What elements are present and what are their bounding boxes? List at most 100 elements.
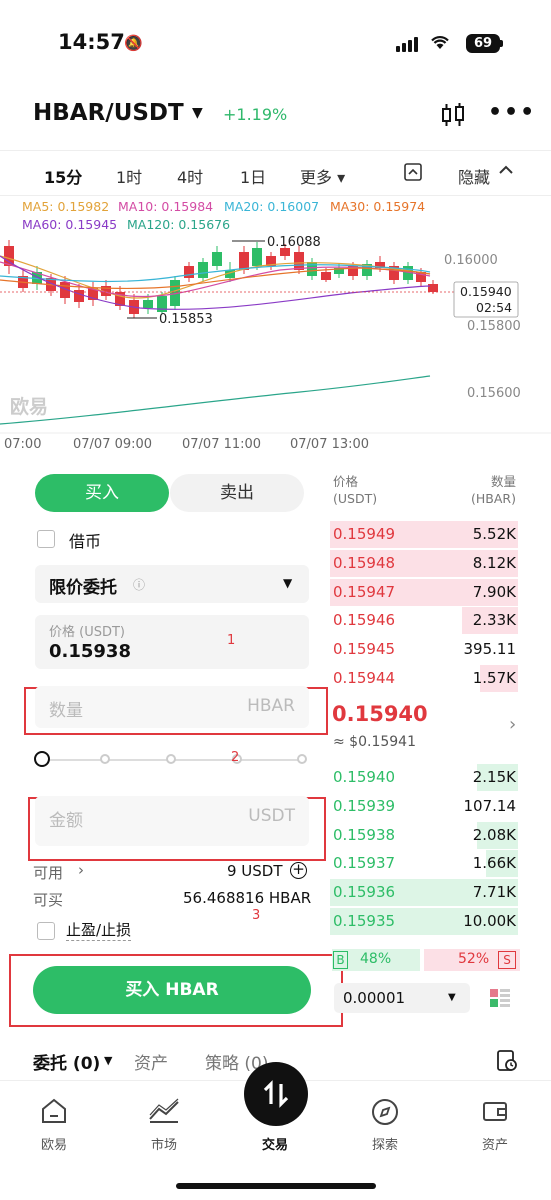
margin-checkbox[interactable] [37, 530, 55, 548]
ma20-legend: MA20: 0.16007 [224, 199, 319, 214]
can-buy-label: 可买 [33, 891, 64, 909]
available-label: 可用 [33, 864, 64, 882]
candle-body [428, 284, 438, 292]
precision-select[interactable]: 0.00001 ▼ [334, 983, 470, 1013]
amount-input[interactable]: 金额 USDT [35, 796, 309, 846]
caret-down-icon[interactable]: ▼ [104, 1054, 112, 1067]
bid-quantity: 1.66K [472, 854, 516, 873]
candlestick-chart[interactable]: 0.16000 0.15800 0.15600 07:00 07/07 09:0… [0, 196, 551, 456]
x-tick: 07/07 09:00 [73, 437, 152, 452]
caret-down-icon: ▼ [448, 992, 456, 1003]
order-type-select[interactable]: 限价委托 ⓘ ▼ [35, 565, 309, 603]
candle-body [307, 262, 317, 276]
nav-explore[interactable]: 探索 [355, 1134, 415, 1153]
y-tick: 0.15600 [467, 386, 521, 401]
order-type-label: 限价委托 [49, 578, 117, 598]
bid-row[interactable]: 0.15940 2.15K [330, 764, 518, 792]
ask-row[interactable]: 0.15944 1.57K [330, 665, 518, 693]
price-change: +1.19% [223, 105, 288, 124]
tpsl-label[interactable]: 止盈/止损 [66, 919, 132, 941]
candle-body [184, 266, 194, 278]
tab-1h[interactable]: 1时 [116, 164, 142, 188]
ob-qty-header: 数量 [491, 474, 517, 489]
candle-body [239, 252, 249, 270]
ask-quantity: 8.12K [472, 553, 516, 572]
ask-row[interactable]: 0.15948 8.12K [330, 549, 518, 578]
margin-label: 借币 [69, 532, 102, 551]
candlestick-icon[interactable] [440, 102, 466, 128]
chevron-right-icon[interactable]: › [509, 714, 516, 735]
bid-row[interactable]: 0.15935 10.00K [330, 908, 518, 936]
nav-okx[interactable]: 欧易 [24, 1134, 84, 1153]
ma10-legend: MA10: 0.15984 [118, 199, 213, 214]
home-icon[interactable] [24, 1097, 84, 1131]
bid-price: 0.15935 [333, 912, 396, 930]
battery-tip [500, 40, 503, 47]
compass-icon[interactable] [355, 1097, 415, 1133]
ask-price: 0.15946 [333, 611, 396, 630]
pair-dropdown-icon[interactable]: ▼ [192, 105, 203, 121]
quantity-input[interactable]: 数量 HBAR [35, 686, 309, 728]
ask-quantity: 5.52K [472, 525, 516, 543]
tab-orders[interactable]: 委托 (0) [33, 1049, 100, 1074]
ask-row[interactable]: 0.15946 2.33K [330, 607, 518, 635]
more-icon[interactable]: ••• [488, 100, 536, 125]
bid-row[interactable]: 0.15937 1.66K [330, 850, 518, 878]
low-marker: 0.15853 [159, 312, 213, 327]
y-tick: 0.16000 [444, 253, 498, 268]
ma120-line [0, 375, 431, 425]
chevron-right-icon[interactable]: › [78, 861, 84, 879]
candle-body [74, 290, 84, 302]
nav-assets[interactable]: 资产 [465, 1134, 525, 1153]
buy-tab[interactable]: 买入 [35, 474, 169, 512]
tab-4h[interactable]: 4时 [177, 164, 203, 188]
ask-row[interactable]: 0.15945 395.11 [330, 636, 518, 664]
ma120-legend: MA120: 0.15676 [127, 217, 230, 232]
nav-trade[interactable]: 交易 [245, 1134, 305, 1153]
add-funds-icon[interactable]: + [290, 862, 307, 879]
ask-price: 0.15949 [333, 525, 396, 543]
caret-down-icon: ▼ [283, 576, 293, 590]
info-icon[interactable]: ⓘ [133, 576, 145, 593]
orderbook-layout-icon[interactable] [487, 985, 513, 1011]
ob-qty-unit: (HBAR) [471, 491, 516, 506]
ask-price: 0.15944 [333, 669, 396, 687]
tab-assets[interactable]: 资产 [134, 1049, 168, 1074]
y-tick: 0.15800 [467, 319, 521, 334]
price-input[interactable]: 价格 (USDT) 0.15938 1 [35, 615, 309, 669]
bid-row[interactable]: 0.15936 7.71K [330, 879, 518, 907]
market-chart-icon[interactable] [134, 1097, 194, 1131]
countdown-label: 02:54 [476, 300, 512, 315]
mid-price: 0.15940 [332, 702, 428, 726]
slider-step[interactable] [166, 754, 176, 764]
order-history-icon[interactable] [495, 1049, 519, 1073]
ask-row[interactable]: 0.15947 7.90K [330, 578, 518, 607]
amount-placeholder: 金额 [49, 811, 83, 831]
pair-title[interactable]: HBAR/USDT [33, 100, 184, 126]
tab-15m[interactable]: 15分 [44, 164, 82, 188]
bid-row[interactable]: 0.15938 2.08K [330, 821, 518, 850]
slider-step[interactable] [100, 754, 110, 764]
price-value: 0.15938 [49, 641, 131, 662]
wallet-icon[interactable] [465, 1097, 525, 1131]
precision-value: 0.00001 [343, 989, 406, 1007]
bid-row[interactable]: 0.15939 107.14 [330, 793, 518, 821]
ob-price-unit: (USDT) [333, 491, 378, 506]
sell-tab[interactable]: 卖出 [170, 474, 304, 512]
x-tick: 07:00 [4, 437, 41, 452]
candle-body [143, 300, 153, 308]
can-buy-value: 56.468816 HBAR [183, 889, 312, 907]
trade-swap-icon[interactable] [244, 1062, 308, 1126]
ask-row[interactable]: 0.15949 5.52K [330, 521, 518, 549]
tab-more[interactable]: 更多 ▾ [300, 164, 345, 188]
nav-market[interactable]: 市场 [134, 1134, 194, 1153]
tpsl-checkbox[interactable] [37, 922, 55, 940]
slider-step[interactable] [297, 754, 307, 764]
slider-handle[interactable] [34, 751, 50, 767]
tab-1d[interactable]: 1日 [240, 164, 266, 188]
chevron-up-icon[interactable] [498, 162, 514, 182]
chart-settings-icon[interactable] [404, 163, 422, 185]
ma5-legend: MA5: 0.15982 [22, 199, 109, 214]
tab-hide[interactable]: 隐藏 [458, 164, 490, 188]
submit-buy-button[interactable]: 买入 HBAR [33, 966, 311, 1014]
